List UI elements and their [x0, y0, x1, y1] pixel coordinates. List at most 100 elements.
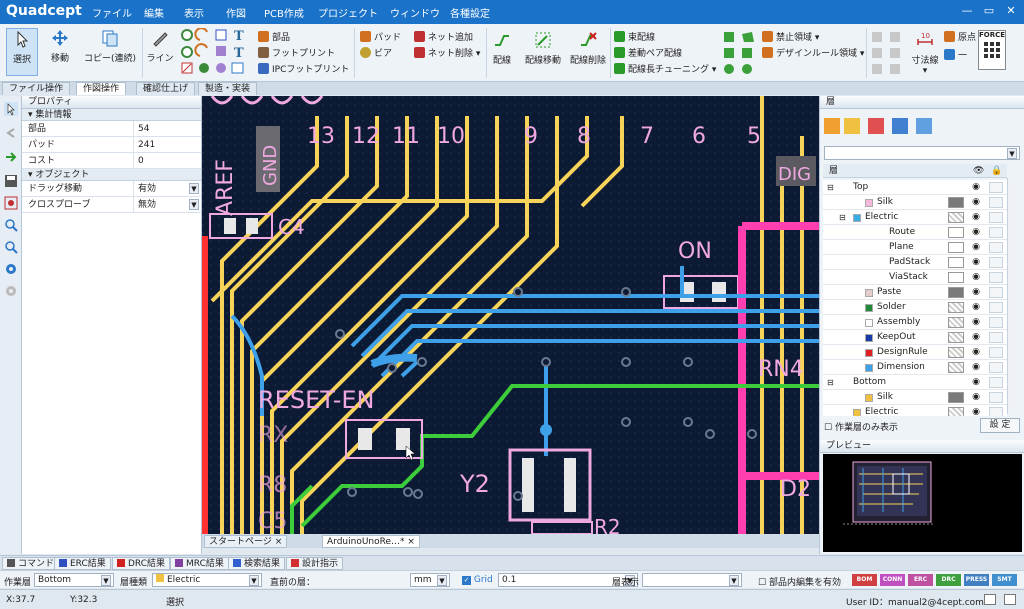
collapse-toggle-icon[interactable]: ⊟: [827, 180, 834, 195]
chevron-down-icon[interactable]: ▼: [729, 575, 739, 586]
layer-row[interactable]: DesignRule ◉: [823, 345, 1007, 360]
eye-icon[interactable]: ◉: [969, 240, 983, 255]
net-delete-button[interactable]: ネット削除 ▾: [414, 46, 480, 59]
layer-row[interactable]: Solder ◉: [823, 300, 1007, 315]
diff-pair-button[interactable]: 差動ペア配線: [614, 46, 682, 59]
layer-row[interactable]: ViaStack ◉: [823, 270, 1007, 285]
lock-toggle[interactable]: [989, 302, 1003, 313]
eye-icon[interactable]: ◉: [969, 300, 983, 315]
bottom-tab[interactable]: ERC結果: [54, 557, 111, 570]
eye-icon[interactable]: ◉: [969, 255, 983, 270]
close-button[interactable]: ✕: [1002, 4, 1020, 20]
bottom-tab[interactable]: DRC結果: [112, 557, 171, 570]
layer-row[interactable]: Route ◉: [823, 225, 1007, 240]
panel-toggle-icon[interactable]: [984, 594, 996, 605]
cross-probe-select[interactable]: 無効 ▼: [134, 197, 201, 212]
back-arrow-icon[interactable]: [4, 126, 18, 140]
layer-row[interactable]: Silk ◉: [823, 195, 1007, 210]
layer-row[interactable]: PadStack ◉: [823, 255, 1007, 270]
badge-button[interactable]: DRC: [936, 574, 961, 586]
lock-toggle[interactable]: [989, 242, 1003, 253]
edit-in-part-checkbox[interactable]: ☐ 部品内編集を有効: [758, 575, 841, 588]
lock-toggle[interactable]: [989, 287, 1003, 298]
lock-toggle[interactable]: [989, 272, 1003, 283]
menu-file[interactable]: ファイル: [92, 5, 132, 20]
grid-checkbox[interactable]: ✓ Grid: [462, 575, 493, 585]
chevron-down-icon[interactable]: ▼: [249, 575, 259, 586]
layer-pattern[interactable]: [948, 257, 964, 268]
drag-move-select[interactable]: 有効 ▼: [134, 181, 201, 196]
layer-tool-icons[interactable]: [824, 116, 936, 136]
lock-toggle[interactable]: [989, 347, 1003, 358]
bottom-tab[interactable]: MRC結果: [170, 557, 229, 570]
route-move-button[interactable]: 配線移動: [518, 30, 568, 66]
eye-icon[interactable]: ◉: [969, 195, 983, 210]
plane-tools[interactable]: [722, 30, 758, 76]
force-button[interactable]: FORCE: [978, 30, 1006, 70]
layer-pattern[interactable]: [948, 317, 964, 328]
menu-project[interactable]: プロジェクト: [318, 5, 378, 20]
eye-icon[interactable]: ◉: [969, 330, 983, 345]
layer-row[interactable]: ⊟ Electric ◉: [823, 210, 1007, 225]
badge-button[interactable]: BOM: [852, 574, 877, 586]
bottom-tab[interactable]: 設計指示: [286, 557, 344, 570]
layer-pattern[interactable]: [948, 212, 964, 223]
layer-filter-select[interactable]: ▼: [824, 146, 1020, 160]
eye-icon[interactable]: ◉: [969, 225, 983, 240]
tab-arduino-document[interactable]: ArduinoUnoRe…* ×: [322, 535, 420, 548]
menu-pcb[interactable]: PCB作成: [264, 5, 304, 20]
layer-type-select[interactable]: Electric ▼: [152, 573, 262, 587]
layer-row[interactable]: ⊟ Top ◉: [823, 180, 1007, 195]
layer-row[interactable]: Silk ◉: [823, 390, 1007, 405]
only-work-layer-checkbox[interactable]: ☐ 作業層のみ表示: [824, 420, 898, 433]
eye-icon[interactable]: ◉: [969, 210, 983, 225]
save-icon[interactable]: [4, 174, 18, 188]
zoom-out-icon[interactable]: [4, 240, 18, 254]
tab-manufacturing[interactable]: 製造・実装: [198, 82, 258, 95]
chevron-down-icon[interactable]: ▼: [1007, 148, 1017, 159]
lock-toggle[interactable]: [989, 377, 1003, 388]
eye-icon[interactable]: ◉: [969, 345, 983, 360]
lock-toggle[interactable]: [989, 182, 1003, 193]
work-layer-select[interactable]: Bottom ▼: [34, 573, 114, 587]
lock-toggle[interactable]: [989, 257, 1003, 268]
layer-pattern[interactable]: [948, 332, 964, 343]
layer-settings-button[interactable]: 設 定: [980, 418, 1020, 433]
layer-pattern[interactable]: [948, 197, 964, 208]
menu-edit[interactable]: 編集: [144, 5, 164, 20]
lock-toggle[interactable]: [989, 227, 1003, 238]
settings-gear-icon[interactable]: [4, 262, 18, 276]
copy-button[interactable]: コピー(連続): [80, 28, 140, 64]
part-button[interactable]: 部品: [258, 30, 290, 43]
eye-icon[interactable]: ◉: [969, 270, 983, 285]
layer-row[interactable]: Assembly ◉: [823, 315, 1007, 330]
layer-pattern[interactable]: [948, 287, 964, 298]
checkbox-checked-icon[interactable]: ✓: [462, 576, 471, 585]
collapse-toggle-icon[interactable]: ⊟: [839, 210, 846, 225]
chevron-down-icon[interactable]: ▼: [189, 183, 199, 194]
badge-button[interactable]: CONN: [880, 574, 905, 586]
layer-pattern[interactable]: [948, 407, 964, 416]
layer-row[interactable]: Electric ◉: [823, 405, 1007, 416]
zoom-in-icon[interactable]: [4, 218, 18, 232]
pcb-drawing[interactable]: 13 12 11 10 9 8 7 6 5 AREF GND C4 DIG ON: [202, 96, 819, 534]
layer-row[interactable]: KeepOut ◉: [823, 330, 1007, 345]
unit-select[interactable]: mm ▼: [410, 573, 450, 587]
eye-icon[interactable]: ◉: [969, 375, 983, 390]
eye-icon[interactable]: ◉: [969, 405, 983, 416]
tab-start-page[interactable]: スタートページ ×: [204, 535, 288, 548]
bottom-tab[interactable]: コマンド: [2, 557, 60, 570]
layer-display-select[interactable]: ▼: [642, 573, 742, 587]
maximize-button[interactable]: ▭: [980, 4, 998, 20]
panel-toggle-icon[interactable]: [1004, 594, 1016, 605]
net-add-button[interactable]: ネット追加: [414, 30, 473, 43]
bundle-route-button[interactable]: 束配線: [614, 30, 655, 43]
keepout-button[interactable]: 禁止領域 ▾: [762, 30, 819, 43]
footprint-button[interactable]: フットプリント: [258, 46, 335, 59]
pcb-canvas[interactable]: 13 12 11 10 9 8 7 6 5 AREF GND C4 DIG ON: [202, 96, 819, 534]
forward-arrow-icon[interactable]: [4, 150, 18, 164]
lock-toggle[interactable]: [989, 407, 1003, 416]
object-section-header[interactable]: ▾ オブジェクト: [22, 169, 201, 181]
chevron-down-icon[interactable]: ▼: [101, 575, 111, 586]
origin-button[interactable]: 原点: [944, 30, 976, 43]
